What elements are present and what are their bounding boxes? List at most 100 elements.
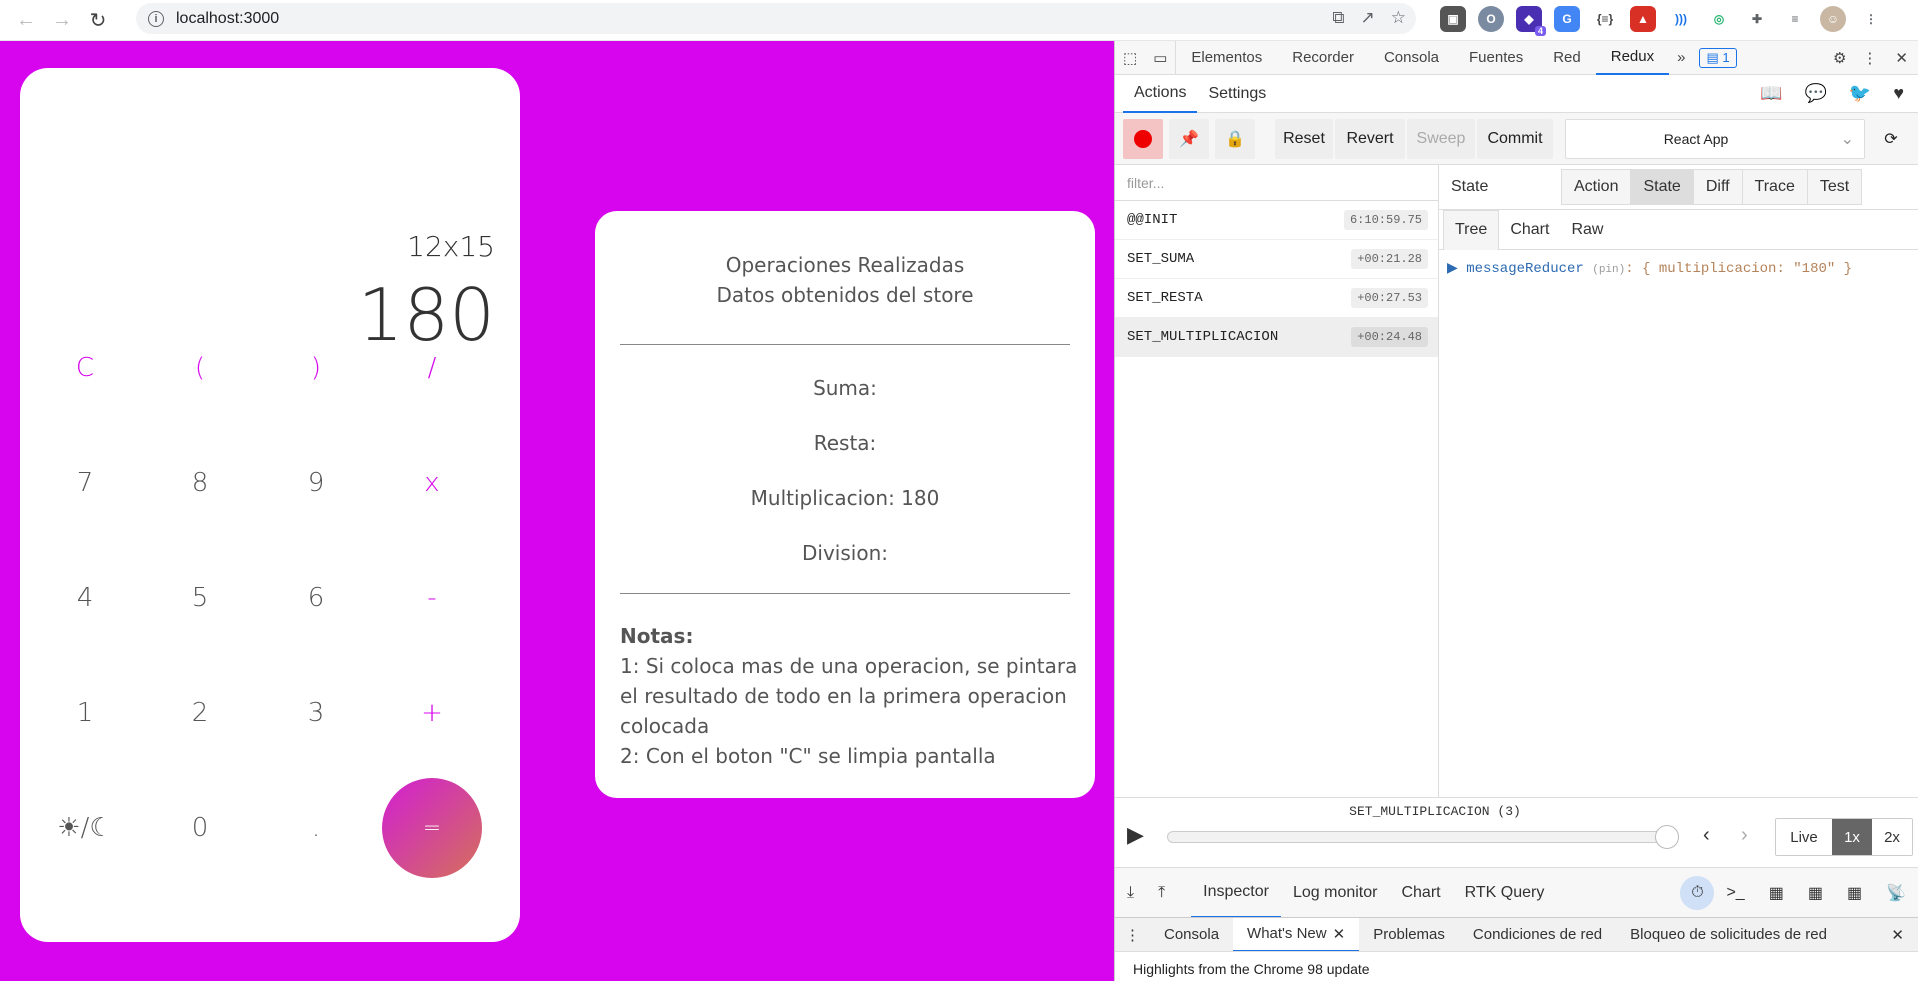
extension-icon[interactable]: ◎: [1706, 6, 1732, 32]
tab-red[interactable]: Red: [1538, 41, 1596, 75]
calc-key[interactable]: 7: [35, 433, 135, 533]
pin-button[interactable]: 📌: [1169, 119, 1209, 159]
state-tree-node[interactable]: ▶ messageReducer (pin): { multiplicacion…: [1439, 250, 1918, 287]
record-button[interactable]: [1123, 119, 1163, 159]
right-dock-icon[interactable]: ▦: [1796, 868, 1835, 918]
tab-tree[interactable]: Tree: [1443, 209, 1500, 250]
tab-inspector[interactable]: Inspector: [1191, 868, 1281, 918]
commit-button[interactable]: Commit: [1477, 119, 1553, 159]
tab-action[interactable]: Action: [1561, 169, 1632, 205]
equals-button[interactable]: =: [382, 778, 482, 878]
calc-key[interactable]: -: [382, 548, 482, 648]
docs-icon[interactable]: 📖: [1760, 83, 1782, 104]
bottom-dock-icon[interactable]: ▦: [1835, 868, 1874, 918]
calc-key[interactable]: 3: [266, 663, 366, 763]
terminal-icon[interactable]: >_: [1714, 868, 1756, 918]
tab-elementos[interactable]: Elementos: [1176, 41, 1277, 75]
speed-2x[interactable]: 2x: [1872, 819, 1912, 855]
tab-actions[interactable]: Actions: [1123, 75, 1198, 113]
menu-dots-icon[interactable]: ⋮: [1854, 41, 1885, 75]
action-row[interactable]: SET_SUMA +00:21.28: [1115, 240, 1438, 279]
back-icon[interactable]: ←: [8, 2, 44, 38]
action-row[interactable]: SET_MULTIPLICACION +00:24.48: [1115, 318, 1438, 357]
tab-consola[interactable]: Consola: [1369, 41, 1454, 75]
forward-icon[interactable]: →: [44, 2, 80, 38]
close-icon[interactable]: ✕: [1885, 41, 1918, 75]
drawer-tab-condiciones[interactable]: Condiciones de red: [1459, 918, 1616, 952]
dispatcher-icon[interactable]: ⏱: [1680, 875, 1715, 910]
lock-button[interactable]: 🔒: [1215, 119, 1255, 159]
calc-key[interactable]: 4: [35, 548, 135, 648]
slider-knob[interactable]: [1655, 825, 1679, 849]
share-icon[interactable]: ↗: [1361, 8, 1375, 28]
inspect-icon[interactable]: ⬚: [1115, 41, 1145, 75]
tab-state[interactable]: State: [1630, 169, 1694, 205]
calc-key[interactable]: ): [266, 318, 366, 418]
calc-key[interactable]: .: [266, 778, 366, 878]
expand-arrow-icon[interactable]: ▶: [1447, 261, 1458, 277]
tab-settings[interactable]: Settings: [1197, 75, 1277, 113]
prev-icon[interactable]: ‹: [1703, 824, 1710, 847]
twitter-icon[interactable]: 🐦: [1849, 83, 1871, 104]
speed-1x[interactable]: 1x: [1832, 819, 1872, 855]
settings-gear-icon[interactable]: ⚙: [1825, 41, 1854, 75]
menu-dots-icon[interactable]: ⋮: [1858, 6, 1884, 32]
wifi-icon[interactable]: ))): [1668, 6, 1694, 32]
drawer-tab-whats-new[interactable]: What's New ✕: [1233, 917, 1360, 952]
calc-key[interactable]: 2: [150, 663, 250, 763]
url-text[interactable]: localhost:3000: [176, 10, 279, 28]
sync-icon[interactable]: ⟳: [1871, 119, 1911, 159]
avatar[interactable]: ☺: [1820, 6, 1846, 32]
import-icon[interactable]: ⤓: [1115, 868, 1146, 918]
tab-raw[interactable]: Raw: [1560, 210, 1614, 250]
slider-track[interactable]: [1167, 831, 1679, 843]
issues-badge[interactable]: ▤ 1: [1693, 41, 1742, 75]
tab-trace[interactable]: Trace: [1741, 169, 1808, 205]
play-icon[interactable]: ▶: [1127, 822, 1144, 848]
left-dock-icon[interactable]: ▦: [1757, 868, 1796, 918]
calc-key[interactable]: 0: [150, 778, 250, 878]
calc-key[interactable]: 8: [150, 433, 250, 533]
drawer-tab-consola[interactable]: Consola: [1150, 918, 1233, 952]
action-row[interactable]: SET_RESTA +00:27.53: [1115, 279, 1438, 318]
json-icon[interactable]: {≡}: [1592, 6, 1618, 32]
tab-chart-monitor[interactable]: Chart: [1389, 868, 1452, 918]
export-icon[interactable]: ⤒: [1146, 868, 1177, 918]
media-queue-icon[interactable]: ≡: [1782, 6, 1808, 32]
calc-key[interactable]: ☀/☾: [35, 778, 135, 878]
more-tabs-icon[interactable]: »: [1669, 41, 1693, 75]
reset-button[interactable]: Reset: [1275, 119, 1333, 159]
extension-icon[interactable]: ◆ 4: [1516, 6, 1546, 36]
tab-recorder[interactable]: Recorder: [1277, 41, 1369, 75]
extension-icon[interactable]: O: [1478, 6, 1504, 32]
tab-rtk-query[interactable]: RTK Query: [1453, 868, 1557, 918]
translate-icon[interactable]: G: [1554, 6, 1580, 32]
bookmark-star-icon[interactable]: ☆: [1391, 8, 1406, 28]
tab-diff[interactable]: Diff: [1692, 169, 1743, 205]
open-external-icon[interactable]: ⧉: [1332, 8, 1344, 28]
device-toolbar-icon[interactable]: ▭: [1145, 40, 1177, 75]
chat-icon[interactable]: 💬: [1804, 83, 1826, 104]
extension-icon[interactable]: ▣: [1440, 6, 1466, 32]
drawer-menu-icon[interactable]: ⋮: [1115, 918, 1150, 952]
drawer-tab-bloqueo[interactable]: Bloqueo de solicitudes de red: [1616, 918, 1841, 952]
drawer-close-icon[interactable]: ✕: [1877, 918, 1918, 952]
filter-input[interactable]: filter...: [1115, 165, 1438, 201]
sweep-button[interactable]: Sweep: [1407, 119, 1475, 159]
calc-key[interactable]: 6: [266, 548, 366, 648]
info-icon[interactable]: i: [148, 10, 164, 27]
calc-key[interactable]: +: [382, 663, 482, 763]
tab-chart[interactable]: Chart: [1499, 210, 1560, 250]
puzzle-icon[interactable]: ✚: [1744, 6, 1770, 32]
tab-redux[interactable]: Redux: [1595, 41, 1670, 75]
calc-key[interactable]: C: [35, 318, 135, 418]
extension-icon[interactable]: ▲: [1630, 6, 1656, 32]
instance-select[interactable]: React App ⌄: [1565, 119, 1865, 159]
address-bar[interactable]: i localhost:3000 ⧉ ↗ ☆: [136, 3, 1416, 34]
drawer-tab-problemas[interactable]: Problemas: [1359, 918, 1459, 952]
next-icon[interactable]: ›: [1741, 824, 1748, 847]
calc-key[interactable]: x: [382, 433, 482, 533]
calc-key[interactable]: /: [382, 318, 482, 418]
calc-key[interactable]: (: [150, 318, 250, 418]
calc-key[interactable]: 5: [150, 548, 250, 648]
